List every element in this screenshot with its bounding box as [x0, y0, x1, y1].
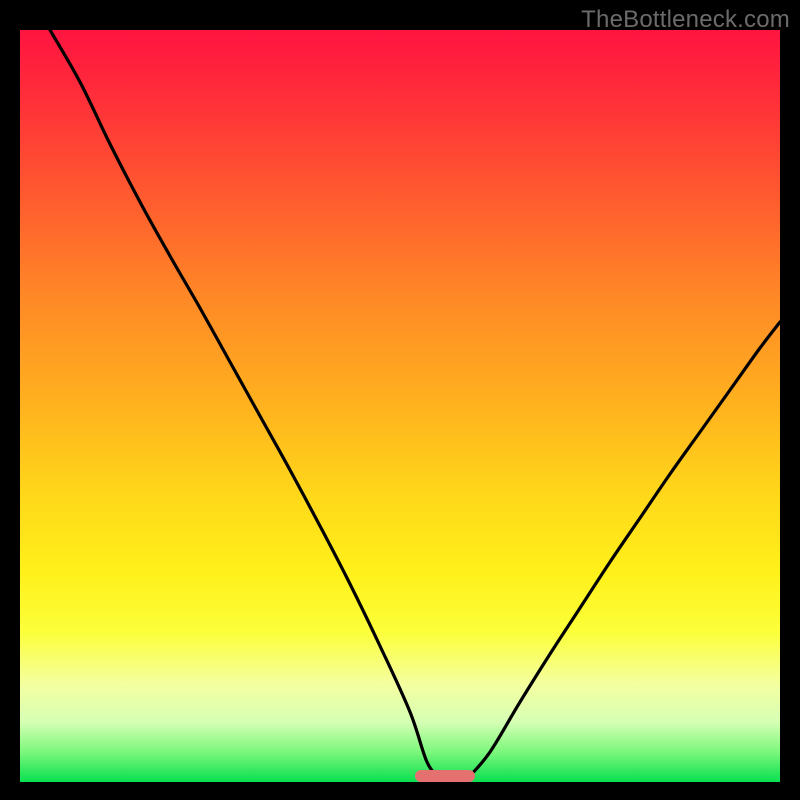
plot-area	[20, 30, 780, 782]
curve-left-branch	[50, 30, 440, 778]
baseline-marker	[415, 770, 475, 782]
chart-frame: TheBottleneck.com	[0, 0, 800, 800]
curve-layer	[20, 30, 780, 782]
curve-right-branch	[468, 322, 780, 778]
